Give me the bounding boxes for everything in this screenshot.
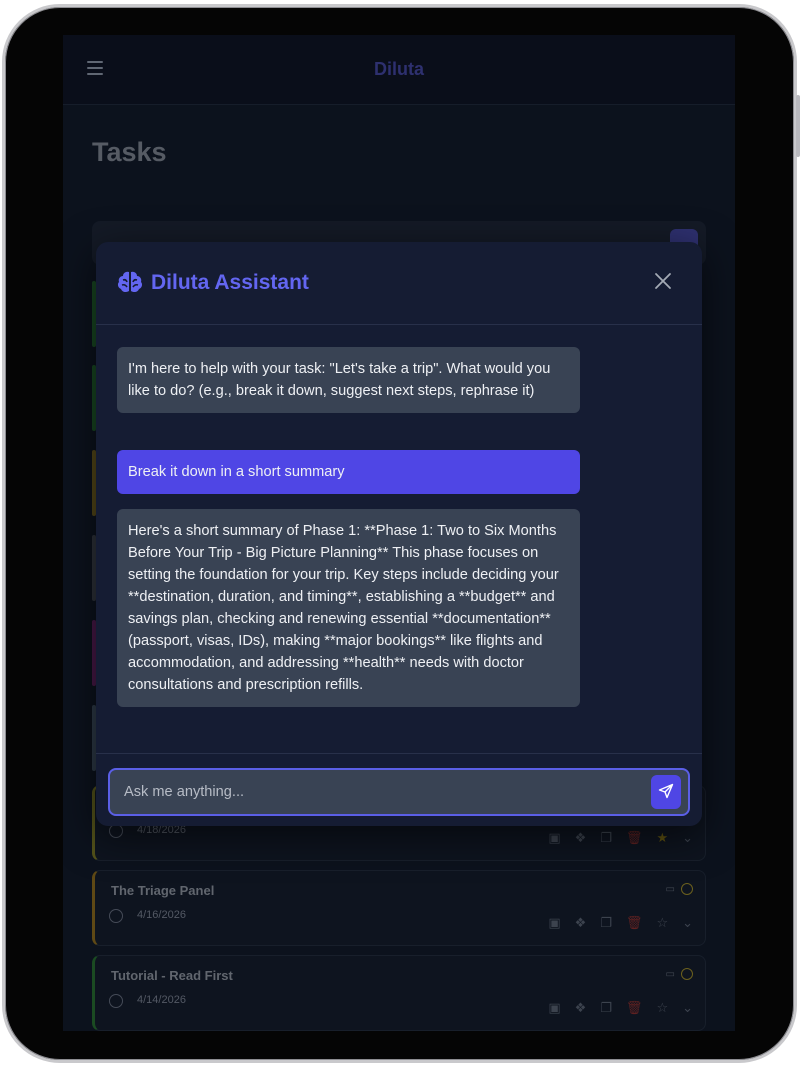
chat-input[interactable] [110, 770, 640, 814]
send-icon [658, 783, 674, 798]
assistant-input-bar [96, 753, 702, 826]
app-screen: Diluta Tasks 4/18/2026 ▣ ❖ ❐ 🗑 ★ ⌄ The T… [63, 35, 735, 1031]
brain-icon [117, 271, 143, 293]
assistant-message: Here's a short summary of Phase 1: **Pha… [117, 509, 580, 707]
close-icon[interactable] [654, 272, 672, 290]
device-side-button [796, 95, 800, 157]
assistant-header: Diluta Assistant [96, 242, 702, 325]
send-button[interactable] [651, 775, 681, 809]
user-message: Break it down in a short summary [117, 450, 580, 494]
assistant-message: I'm here to help with your task: "Let's … [117, 347, 580, 413]
assistant-dialog: Diluta Assistant I'm here to help with y… [96, 242, 702, 826]
chat-input-wrapper [108, 768, 690, 816]
assistant-title: Diluta Assistant [151, 271, 309, 294]
